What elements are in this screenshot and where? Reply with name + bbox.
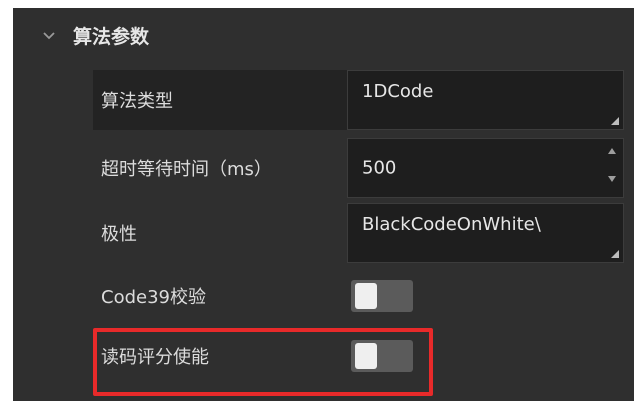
read-score-enable-label: 读码评分使能 (101, 347, 209, 368)
algorithm-type-field[interactable]: 1DCode (347, 70, 624, 130)
read-score-enable-toggle[interactable] (351, 340, 413, 372)
spin-down-icon[interactable] (607, 175, 617, 183)
algorithm-type-value: 1DCode (362, 81, 434, 102)
section-title: 算法参数 (73, 26, 150, 48)
timeout-label: 超时等待时间（ms） (101, 159, 272, 180)
toggle-knob (355, 343, 377, 369)
polarity-field[interactable]: BlackCodeOnWhite\ (347, 203, 624, 263)
toggle-knob (355, 283, 377, 309)
resize-grip-icon (611, 117, 619, 125)
algorithm-params-panel: 算法参数 算法类型 1DCode 超时等待时间（ms） 500 极性 Black… (13, 8, 634, 401)
section-header[interactable]: 算法参数 (13, 8, 634, 68)
spin-up-icon[interactable] (607, 147, 617, 155)
row-algorithm-type: 算法类型 1DCode (93, 70, 634, 130)
polarity-value: BlackCodeOnWhite\ (362, 214, 541, 235)
resize-grip-icon (611, 250, 619, 258)
timeout-value: 500 (362, 157, 397, 179)
spin-buttons (607, 145, 617, 185)
chevron-down-icon[interactable] (41, 28, 57, 44)
timeout-spinbox[interactable]: 500 (347, 138, 624, 198)
row-timeout: 超时等待时间（ms） 500 (93, 138, 634, 198)
code39-check-toggle[interactable] (351, 280, 413, 312)
algorithm-type-label: 算法类型 (101, 91, 173, 112)
code39-check-label: Code39校验 (101, 287, 206, 308)
row-read-score-enable: 读码评分使能 (93, 326, 634, 386)
polarity-label: 极性 (101, 224, 137, 245)
row-polarity: 极性 BlackCodeOnWhite\ (93, 203, 634, 263)
row-code39-check: Code39校验 (93, 266, 634, 326)
